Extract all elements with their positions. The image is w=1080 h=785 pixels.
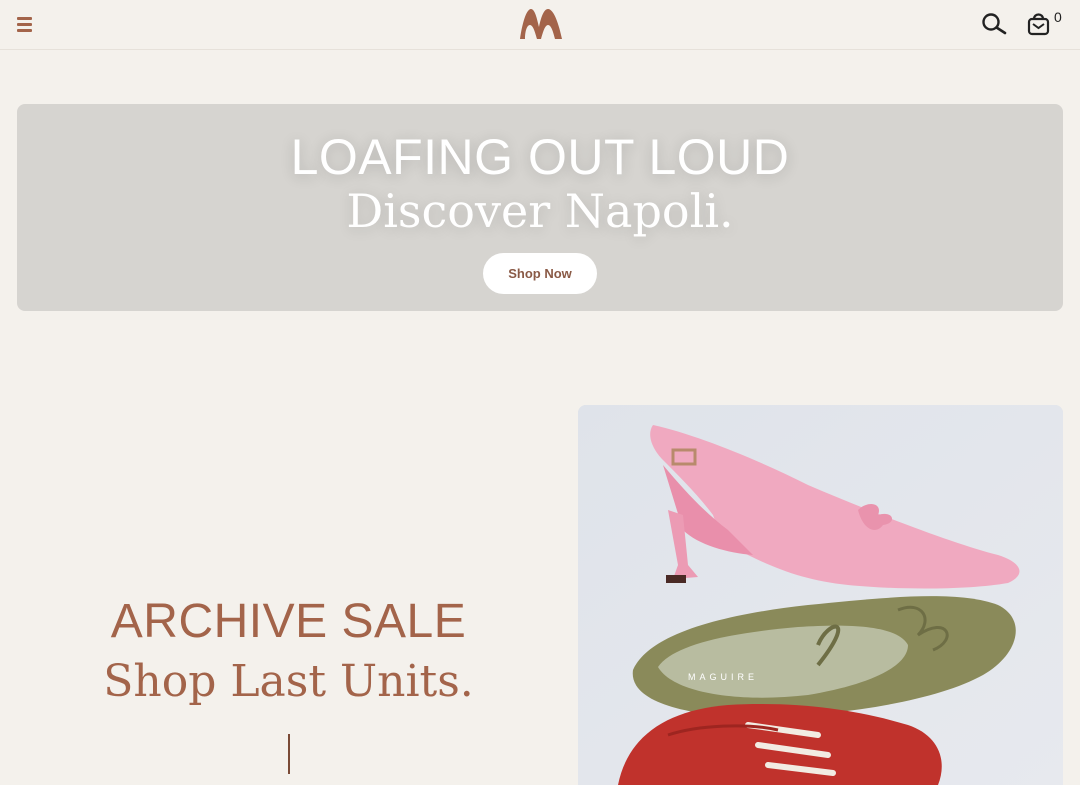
menu-button[interactable] — [14, 13, 36, 35]
hero-subtitle: Discover Napoli. — [346, 184, 734, 238]
archive-sale-title: ARCHIVE SALE — [110, 595, 467, 648]
shop-now-button[interactable]: Shop Now — [483, 253, 597, 294]
hero-title: LOAFING OUT LOUD — [290, 129, 790, 185]
brand-logo-icon — [520, 9, 562, 39]
shopping-bag-icon — [1027, 13, 1050, 36]
shoes-photo: MAGUIRE — [578, 405, 1063, 785]
search-icon — [982, 13, 1007, 35]
hamburger-menu-icon — [17, 17, 32, 32]
brand-logo[interactable] — [517, 5, 565, 41]
site-header: 0 — [0, 0, 1080, 50]
archive-sale-image[interactable]: MAGUIRE — [578, 405, 1063, 785]
hero-banner[interactable]: LOAFING OUT LOUD Discover Napoli. Shop N… — [17, 104, 1063, 311]
cart-count-badge: 0 — [1054, 9, 1062, 25]
archive-sale-subtitle: Shop Last Units. — [103, 656, 474, 707]
maguire-brand-text: MAGUIRE — [688, 672, 758, 682]
cart-button[interactable] — [1026, 9, 1056, 39]
search-button[interactable] — [980, 11, 1010, 37]
divider-line — [288, 734, 290, 774]
